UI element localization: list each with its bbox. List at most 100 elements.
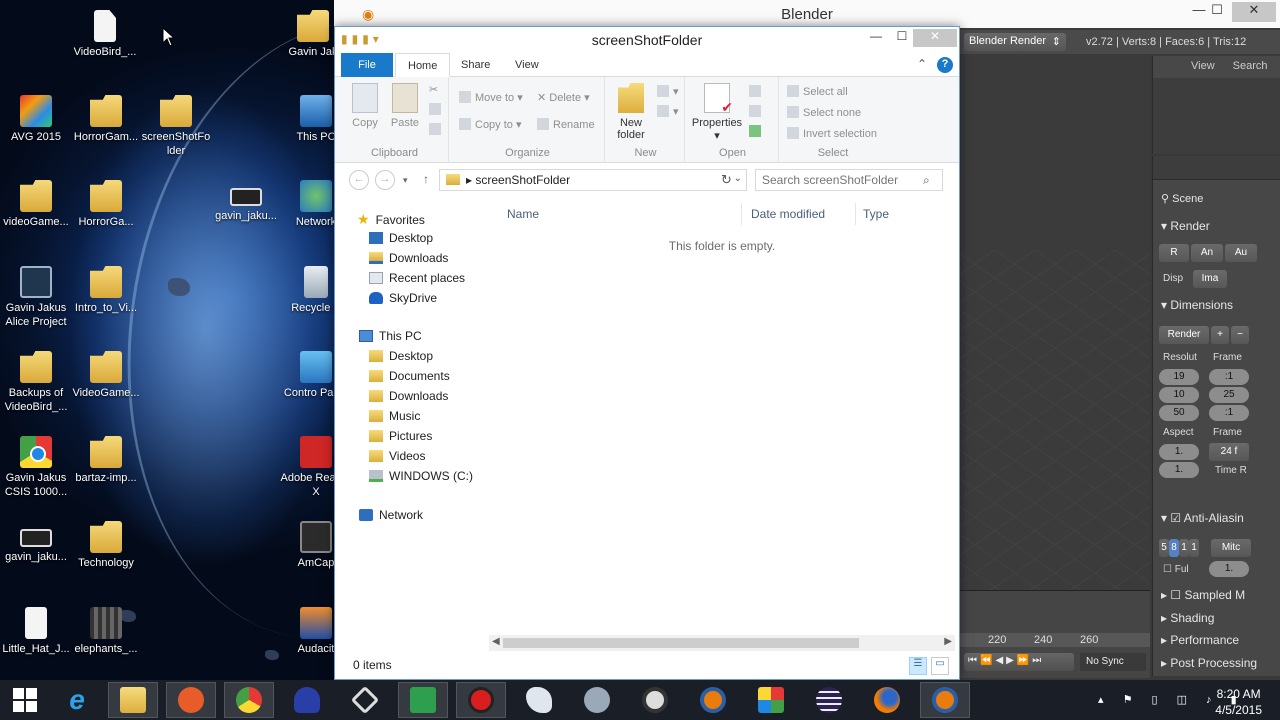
desktop-icon-csis[interactable]: Gavin Jakus CSIS 1000... xyxy=(0,436,76,499)
filter-size-field[interactable]: 1. xyxy=(1209,561,1249,577)
paste-button[interactable]: Paste xyxy=(387,83,423,129)
resolution-x-field[interactable]: 19 xyxy=(1159,369,1199,385)
help-icon[interactable]: ? xyxy=(937,57,953,73)
nav-pc-music[interactable]: Music xyxy=(369,409,420,427)
desktop-icon-videogame[interactable]: videoGame... xyxy=(0,180,76,229)
performance-panel-header[interactable]: ▸ Performance xyxy=(1161,633,1239,647)
back-button[interactable]: ← xyxy=(349,170,369,190)
cut-button[interactable]: ✂ xyxy=(429,83,438,96)
desktop-icon-intro-to-vi[interactable]: Intro_to_Vi... xyxy=(66,266,146,315)
outliner-panel[interactable]: View Search xyxy=(1152,56,1280,154)
taskbar-chrome[interactable] xyxy=(224,682,274,718)
timeline-panel[interactable]: 220 240 260 ⏮⏪◀▶⏩⏭ No Sync xyxy=(960,590,1150,678)
shading-panel-header[interactable]: ▸ Shading xyxy=(1161,611,1214,625)
nav-this-pc[interactable]: This PC xyxy=(359,329,422,347)
scrollbar-thumb[interactable] xyxy=(503,638,859,648)
nav-pc-videos[interactable]: Videos xyxy=(369,449,425,467)
details-view-button[interactable]: ☰ xyxy=(909,657,927,675)
minimize-button[interactable]: — xyxy=(863,29,889,47)
outliner-search-menu[interactable]: Search xyxy=(1233,60,1268,72)
column-header-name[interactable]: Name xyxy=(507,207,539,221)
delete-button[interactable]: ✕ Delete ▾ xyxy=(537,91,590,104)
nav-pc-documents[interactable]: Documents xyxy=(369,369,450,387)
clock[interactable]: 8:20 AM 4/5/2015 xyxy=(1215,686,1262,718)
desktop-icon-gavin-jaku-video[interactable]: gavin_jaku... xyxy=(206,180,286,223)
aspect-x-field[interactable]: 1. xyxy=(1159,444,1199,460)
taskbar-download[interactable] xyxy=(398,682,448,718)
render-panel-header[interactable]: ▾ Render xyxy=(1161,219,1210,233)
sampled-motion-blur-header[interactable]: ▸ ☐ Sampled M xyxy=(1161,588,1245,602)
remove-preset-button[interactable]: − xyxy=(1231,326,1249,344)
nav-fav-desktop[interactable]: Desktop xyxy=(369,231,433,249)
render-button[interactable]: R xyxy=(1159,244,1189,262)
edit-button[interactable] xyxy=(749,105,765,118)
select-all-button[interactable]: Select all xyxy=(787,85,848,98)
tab-file[interactable]: File xyxy=(341,53,393,77)
history-button[interactable] xyxy=(749,125,765,138)
close-button[interactable]: ✕ xyxy=(1232,2,1276,22)
resolution-percent-field[interactable]: 50 xyxy=(1159,405,1199,421)
desktop-icon-backups[interactable]: Backups of VideoBird_... xyxy=(0,351,76,414)
taskbar-blender[interactable] xyxy=(688,682,738,718)
desktop-icon-little-hat[interactable]: Little_Hat_J... xyxy=(0,607,76,656)
playback-controls[interactable]: ⏮⏪◀▶⏩⏭ xyxy=(964,653,1074,671)
render-preset-select[interactable]: Render xyxy=(1159,326,1209,344)
column-divider[interactable] xyxy=(741,203,742,225)
chevron-down-icon[interactable]: ⌄ xyxy=(734,173,742,184)
column-header-type[interactable]: Type xyxy=(863,207,889,221)
nav-favorites[interactable]: ★ Favorites xyxy=(357,211,425,229)
nav-pc-downloads[interactable]: Downloads xyxy=(369,389,448,407)
nav-pc-windows-c[interactable]: WINDOWS (C:) xyxy=(369,469,473,487)
nav-fav-recent-places[interactable]: Recent places xyxy=(369,271,465,289)
copy-button[interactable]: Copy xyxy=(347,83,383,129)
desktop-icon-alice-project[interactable]: Gavin Jakus Alice Project xyxy=(0,266,76,329)
tab-home[interactable]: Home xyxy=(395,53,451,77)
taskbar-file-explorer[interactable] xyxy=(108,682,158,718)
taskbar-obs[interactable] xyxy=(630,682,680,718)
taskbar-power[interactable] xyxy=(166,682,216,718)
taskbar-bird[interactable] xyxy=(514,682,564,718)
select-none-button[interactable]: Select none xyxy=(787,106,861,119)
anti-aliasing-panel-header[interactable]: ▾ ☑ Anti-Aliasin xyxy=(1161,511,1244,525)
post-processing-panel-header[interactable]: ▸ Post Processing xyxy=(1161,656,1257,670)
taskbar-unity[interactable] xyxy=(340,682,390,718)
taskbar-eclipse[interactable] xyxy=(804,682,854,718)
desktop-icon-bartaz[interactable]: bartaz-imp... xyxy=(66,436,146,485)
render-animation-button[interactable]: An xyxy=(1191,244,1223,262)
nav-fav-downloads[interactable]: Downloads xyxy=(369,251,448,269)
aspect-y-field[interactable]: 1. xyxy=(1159,462,1199,478)
aa-samples-16-button[interactable]: 1 xyxy=(1189,539,1199,557)
taskbar-blender-open[interactable] xyxy=(920,682,970,718)
desktop-icon-avg[interactable]: AVG 2015 xyxy=(0,95,76,144)
collapse-ribbon-icon[interactable]: ⌃ xyxy=(917,57,927,71)
up-button[interactable]: ↑ xyxy=(423,172,429,186)
column-divider[interactable] xyxy=(855,203,856,225)
resolution-y-field[interactable]: 10 xyxy=(1159,387,1199,403)
dimensions-panel-header[interactable]: ▾ Dimensions xyxy=(1161,298,1233,312)
new-item-button[interactable]: ▾ xyxy=(657,85,679,98)
display-select[interactable]: Ima xyxy=(1193,270,1227,288)
refresh-button[interactable]: ↻ xyxy=(721,172,732,188)
properties-tabs[interactable] xyxy=(1153,156,1280,180)
render-audio-button[interactable]: Au xyxy=(1225,244,1257,262)
tab-view[interactable]: View xyxy=(503,53,551,77)
close-button[interactable]: ✕ xyxy=(913,29,957,47)
desktop-icon-videobird[interactable]: VideoBird_... xyxy=(65,10,145,59)
maximize-button[interactable]: ☐ xyxy=(889,29,915,47)
fps-select[interactable]: 24 f xyxy=(1209,443,1249,461)
horizontal-scrollbar[interactable]: ◀ ▶ xyxy=(489,635,955,651)
aa-samples-11-button[interactable]: 1 xyxy=(1179,539,1189,557)
forward-button[interactable]: → xyxy=(375,170,395,190)
search-input[interactable] xyxy=(755,169,943,191)
nav-pc-desktop[interactable]: Desktop xyxy=(369,349,433,367)
desktop-icon-technology[interactable]: Technology xyxy=(66,521,146,570)
move-to-button[interactable]: Move to ▾ xyxy=(459,91,523,104)
timeline-ruler[interactable]: 220 240 260 xyxy=(960,633,1150,647)
new-folder-button[interactable]: New folder xyxy=(611,83,651,141)
copy-to-button[interactable]: Copy to ▾ xyxy=(459,118,522,131)
add-preset-button[interactable]: + xyxy=(1211,326,1229,344)
maximize-button[interactable]: ☐ xyxy=(1204,2,1230,22)
paste-shortcut-button[interactable] xyxy=(429,123,445,136)
properties-panel[interactable]: ⚲ Scene ▾ Render R An Au Disp Ima ▾ Dime… xyxy=(1152,156,1280,676)
scroll-right-icon[interactable]: ▶ xyxy=(944,636,952,647)
